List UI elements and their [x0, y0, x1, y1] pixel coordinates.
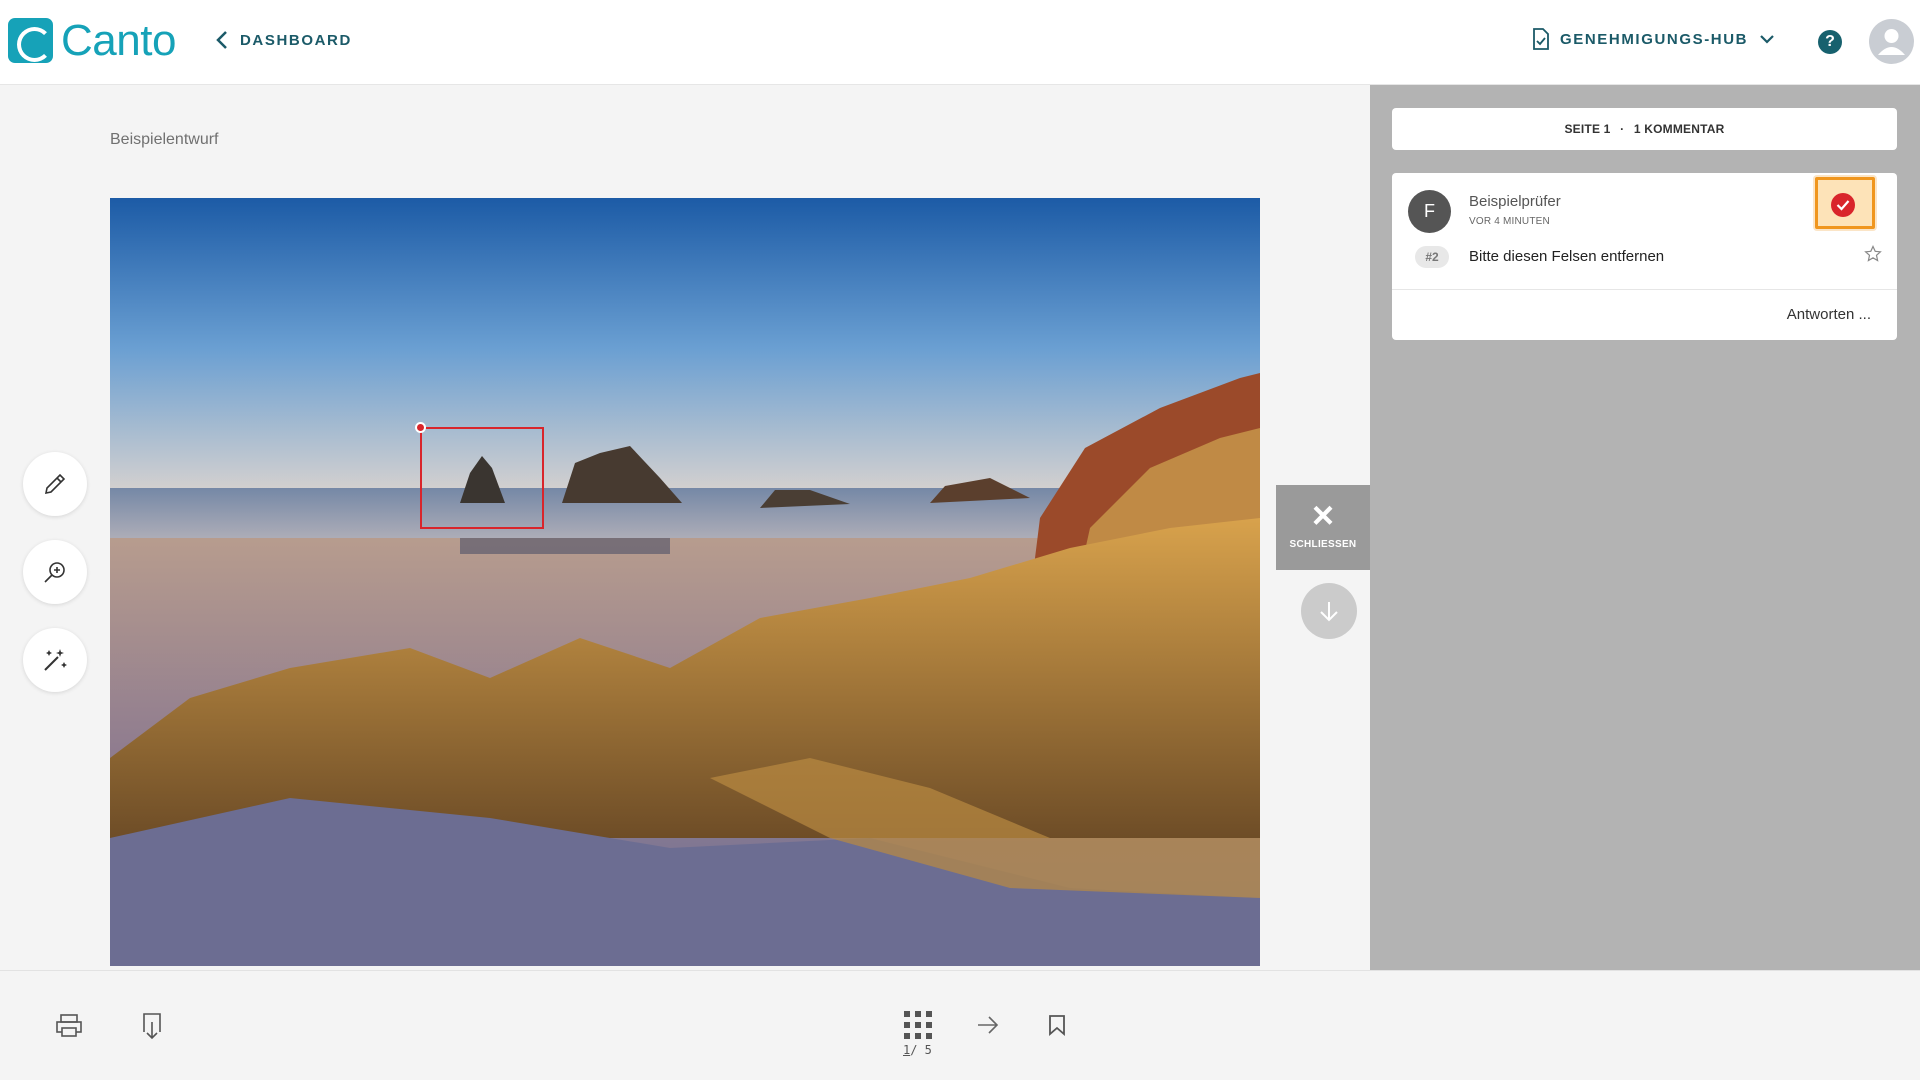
comment-divider	[1392, 289, 1897, 290]
back-to-dashboard-button[interactable]: DASHBOARD	[216, 30, 352, 50]
approval-hub-dropdown[interactable]: GENEHMIGUNGS-HUB	[1532, 28, 1774, 50]
close-icon: ×	[1311, 495, 1335, 537]
comment-time: VOR 4 MINUTEN	[1469, 216, 1550, 227]
pencil-tool-button[interactable]	[23, 452, 87, 516]
back-label: DASHBOARD	[240, 31, 352, 49]
canto-logo[interactable]: Canto	[8, 18, 176, 63]
user-avatar[interactable]	[1869, 19, 1914, 64]
chevron-down-icon	[1760, 34, 1774, 44]
arrow-down-icon	[1320, 602, 1338, 622]
checkmark-icon	[1836, 200, 1850, 211]
page-comment-summary[interactable]: SEITE 1 · 1 KOMMENTAR	[1392, 108, 1897, 150]
chevron-left-icon	[216, 31, 227, 49]
comment-text: Bitte diesen Felsen entfernen	[1469, 248, 1665, 265]
hub-label: GENEHMIGUNGS-HUB	[1560, 30, 1749, 48]
print-icon[interactable]	[55, 1013, 83, 1044]
total-pages: / 5	[910, 1043, 932, 1057]
grid-icon[interactable]	[904, 1011, 932, 1044]
logo-text: Canto	[61, 16, 176, 65]
close-label: SCHLIESSEN	[1289, 539, 1357, 550]
zoom-in-icon	[44, 562, 65, 583]
preview-image[interactable]	[110, 198, 1260, 966]
star-icon[interactable]	[1864, 245, 1882, 268]
separator: ·	[1620, 122, 1625, 136]
bookmark-icon[interactable]	[1048, 1014, 1066, 1041]
bottom-toolbar	[0, 970, 1920, 1080]
comment-number-badge: #2	[1415, 246, 1449, 268]
magic-tool-button[interactable]	[23, 628, 87, 692]
close-panel-button[interactable]: × SCHLIESSEN	[1276, 485, 1370, 570]
draft-title: Beispielentwurf	[110, 131, 219, 148]
help-icon[interactable]: ?	[1818, 30, 1842, 54]
top-header: Canto DASHBOARD GENEHMIGUNGS-HUB ?	[0, 0, 1920, 85]
pencil-icon	[44, 473, 66, 495]
user-icon	[1878, 29, 1905, 55]
reply-link[interactable]: Antworten ...	[1787, 306, 1871, 323]
resolve-comment-button[interactable]	[1831, 193, 1855, 217]
document-check-icon	[1533, 28, 1549, 50]
comment-author: Beispielprüfer	[1469, 193, 1561, 210]
markup-rectangle[interactable]	[420, 427, 544, 529]
canto-logo-mark	[8, 18, 53, 63]
beach-landscape-image	[110, 198, 1260, 966]
download-icon[interactable]	[140, 1012, 164, 1045]
scroll-down-button[interactable]	[1301, 583, 1357, 639]
magic-wand-icon	[44, 649, 67, 671]
arrow-right-icon[interactable]	[976, 1014, 1000, 1041]
zoom-tool-button[interactable]	[23, 540, 87, 604]
page-label: SEITE 1	[1564, 122, 1611, 136]
commenter-avatar: F	[1408, 190, 1451, 233]
comment-count: 1 KOMMENTAR	[1633, 122, 1725, 136]
markup-anchor-dot[interactable]	[415, 422, 426, 433]
page-indicator: 1/ 5	[903, 1043, 932, 1057]
